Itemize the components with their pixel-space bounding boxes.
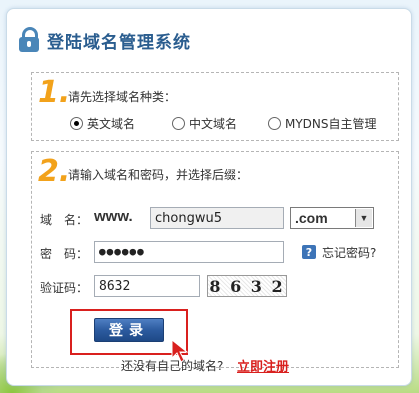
step1-label: 请先选择域名种类： <box>68 90 177 104</box>
step2-label: 请输入域名和密码，并选择后缀： <box>68 168 249 182</box>
radio-label: 英文域名 <box>87 117 136 131</box>
step-number-2: 2. <box>38 154 71 189</box>
radio-english-domain[interactable]: 英文域名 <box>70 115 135 132</box>
domain-label: 域 名： <box>40 213 89 227</box>
lock-icon <box>19 27 39 53</box>
domain-type-section: 1. 请先选择域名种类： 英文域名 中文域名 MYDNS自主管理 <box>31 72 399 141</box>
page-title: 登陆域名管理系统 <box>47 32 191 53</box>
credentials-section: 2. 请输入域名和密码，并选择后缀： 域 名： www. chongwu5 .c… <box>31 151 399 368</box>
radio-chinese-domain[interactable]: 中文域名 <box>172 115 237 132</box>
chevron-down-icon[interactable]: ▼ <box>355 209 372 227</box>
radio-mydns[interactable]: MYDNS自主管理 <box>268 115 377 132</box>
login-panel: 登陆域名管理系统 1. 请先选择域名种类： 英文域名 中文域名 MYDNS自主管… <box>6 8 412 386</box>
radio-label: 中文域名 <box>189 117 238 131</box>
domain-input[interactable]: chongwu5 <box>150 207 284 229</box>
captcha-image[interactable]: 8 6 3 2 <box>207 275 287 297</box>
password-label: 密 码： <box>40 247 89 261</box>
help-icon[interactable]: ? <box>302 245 316 259</box>
password-input[interactable]: ●●●●●● <box>94 241 284 263</box>
footer-question: 还没有自己的域名? <box>121 359 224 373</box>
login-button[interactable]: 登录 <box>94 318 164 342</box>
panel-header: 登陆域名管理系统 <box>19 27 191 53</box>
captcha-input[interactable]: 8632 <box>94 275 200 297</box>
radio-dot-icon <box>70 117 83 130</box>
forgot-password-link[interactable]: 忘记密码? <box>322 244 376 261</box>
radio-dot-icon <box>268 117 281 130</box>
suffix-select[interactable]: .com ▼ <box>290 207 374 229</box>
radio-dot-icon <box>172 117 185 130</box>
register-link[interactable]: 立即注册 <box>237 356 289 375</box>
domain-prefix: www. <box>94 208 133 225</box>
captcha-label: 验证码： <box>40 281 89 295</box>
radio-label: MYDNS自主管理 <box>285 117 377 131</box>
step-number-1: 1. <box>38 75 71 110</box>
suffix-value: .com <box>295 210 328 226</box>
